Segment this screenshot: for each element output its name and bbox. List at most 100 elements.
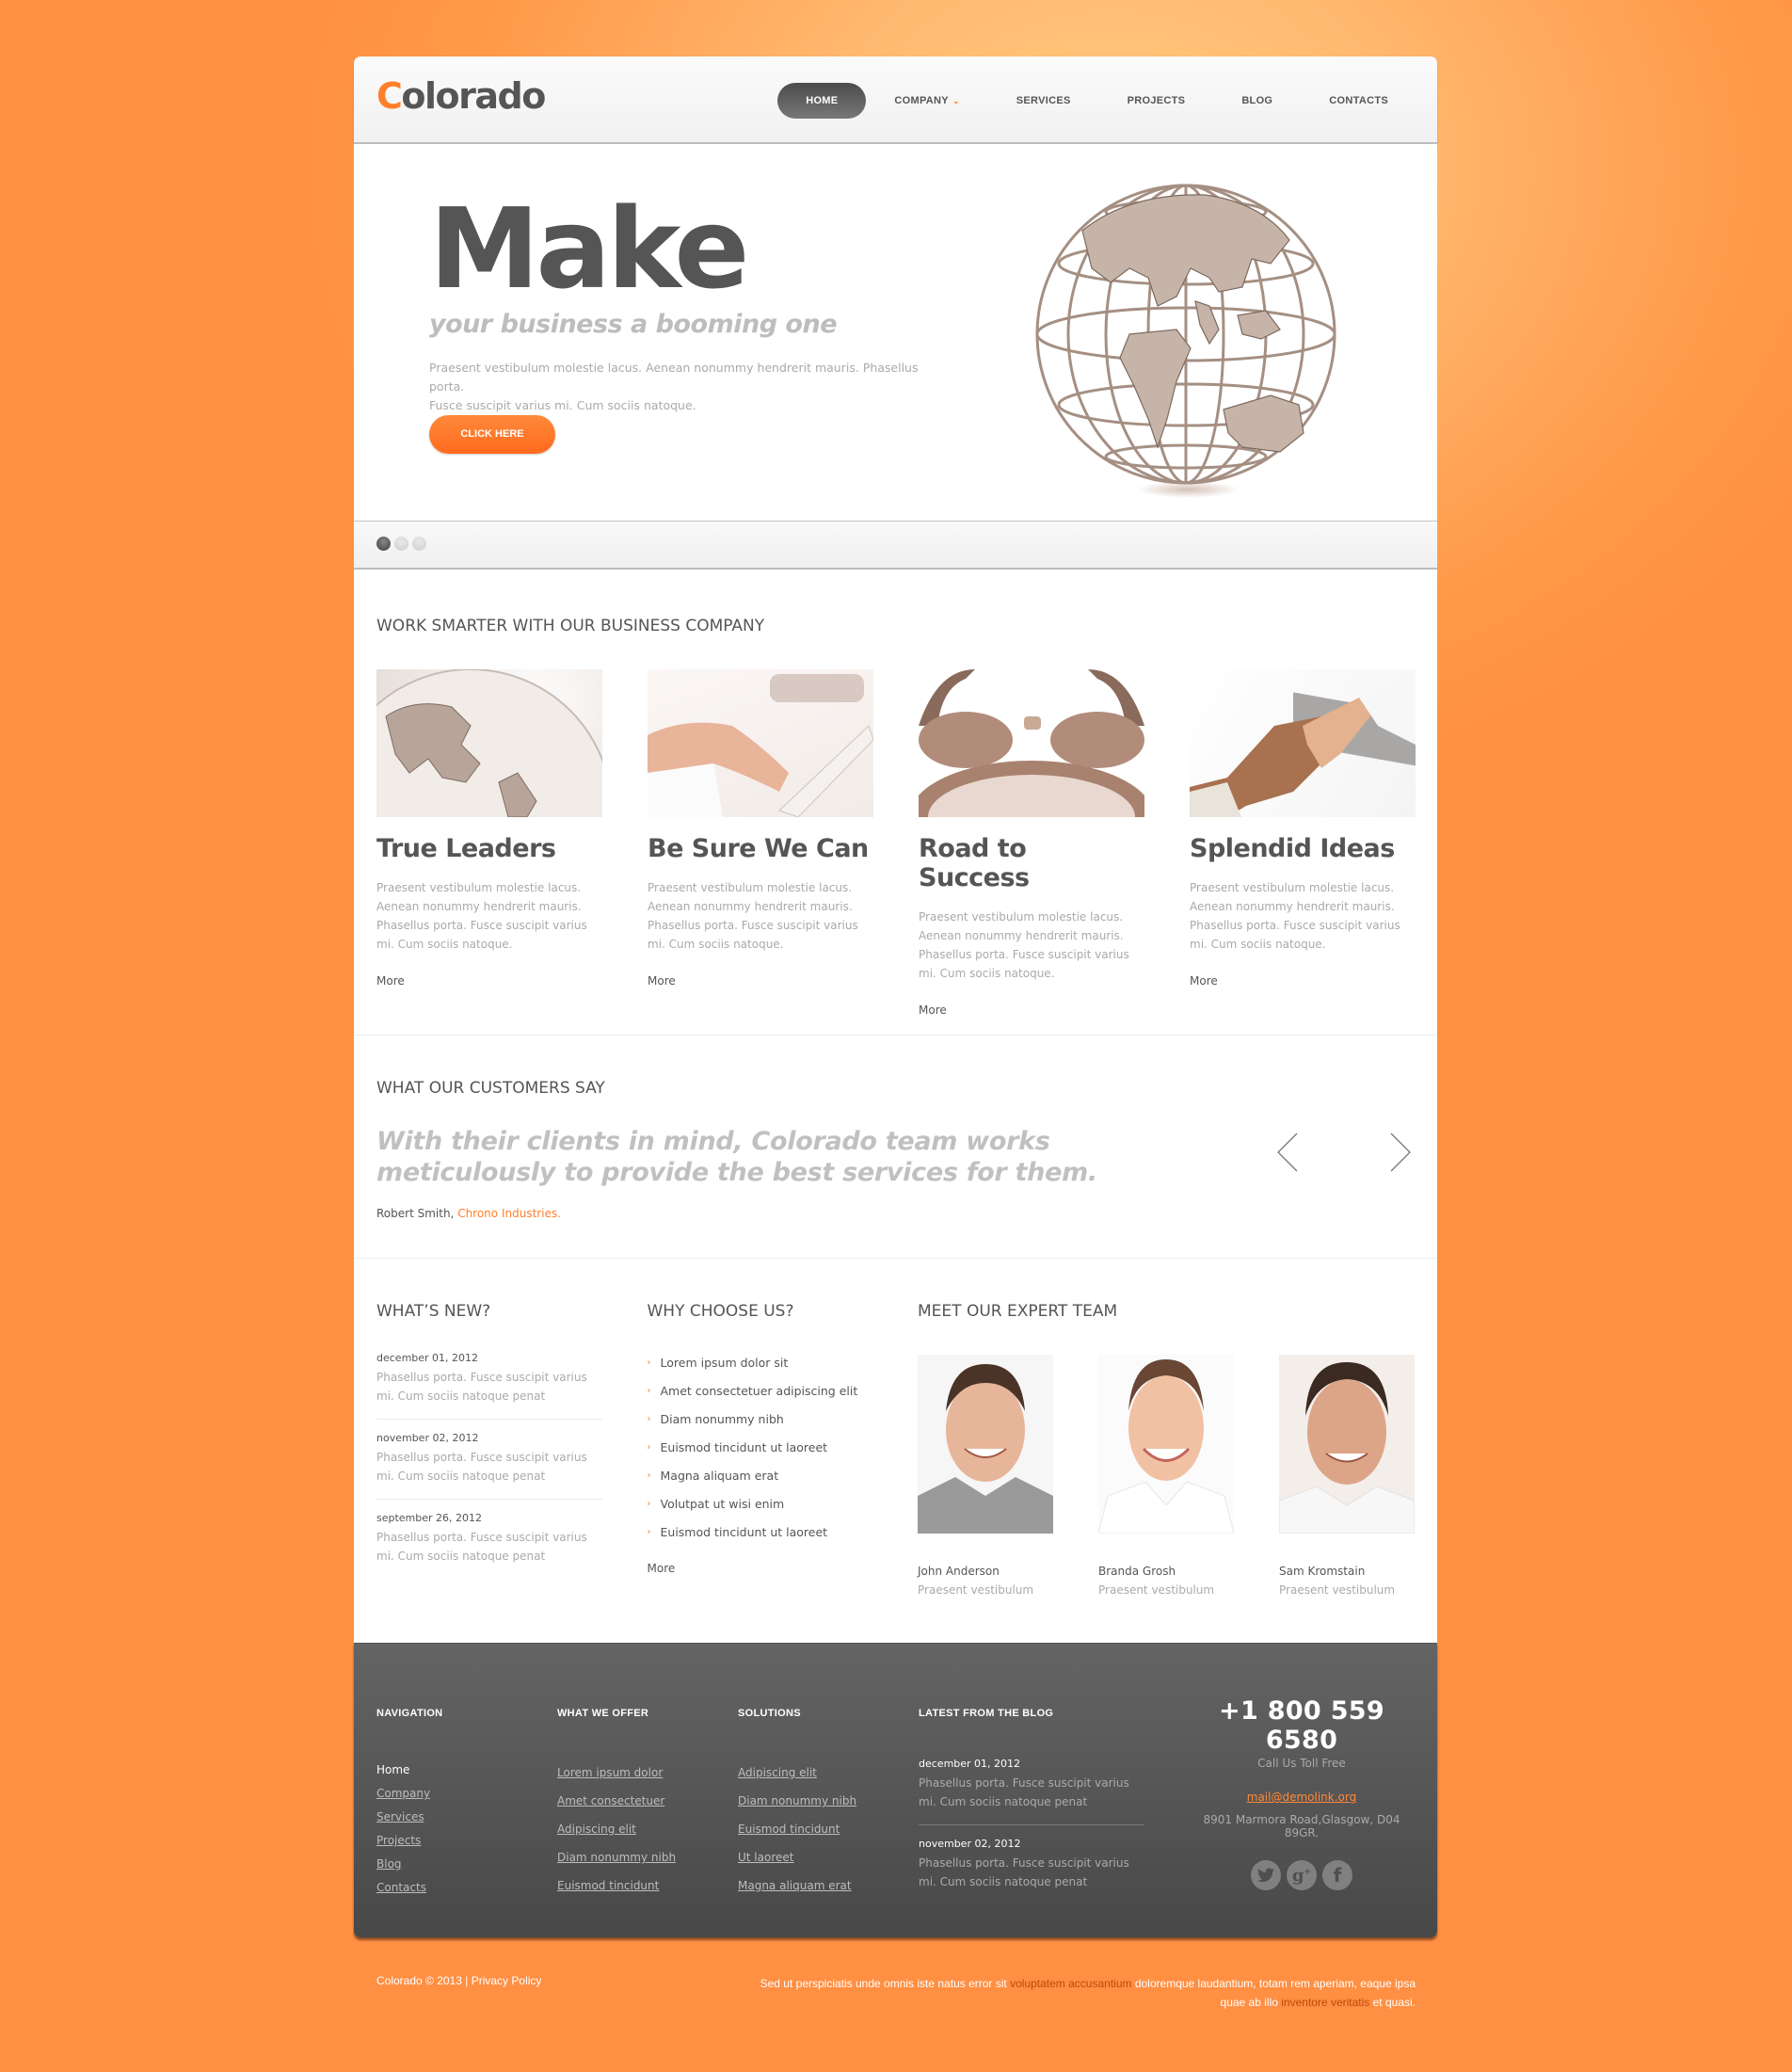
hero-title: Make	[429, 184, 749, 313]
click-here-button[interactable]: CLICK HERE	[429, 415, 555, 454]
team-member: Branda Grosh Praesent vestibulum	[1098, 1355, 1234, 1599]
chevron-right-icon[interactable]	[1389, 1132, 1412, 1173]
feature-card: True Leaders Praesent vestibulum molesti…	[376, 669, 602, 1018]
footer-blog-date: november 02, 2012	[919, 1838, 1021, 1850]
footer-link-blog[interactable]: Blog	[376, 1857, 402, 1871]
slide-dot-3[interactable]	[412, 537, 426, 551]
team-member: John Anderson Praesent vestibulum	[918, 1355, 1053, 1599]
feature-card-text: Praesent vestibulum molestie lacus. Aene…	[376, 881, 587, 951]
footer-offer-link[interactable]: Adipiscing elit	[557, 1823, 636, 1836]
chevron-right-icon: ›	[647, 1470, 651, 1481]
privacy-policy-link[interactable]: Privacy Policy	[472, 1974, 542, 1987]
footer-solutions-link[interactable]: Euismod tincidunt	[738, 1823, 840, 1836]
chevron-left-icon[interactable]	[1276, 1132, 1299, 1173]
team-title: MEET OUR EXPERT TEAM	[918, 1302, 1118, 1321]
news-item: september 26, 2012 Phasellus porta. Fusc…	[376, 1500, 602, 1579]
footer-blog-date: december 01, 2012	[919, 1758, 1021, 1770]
footer-offer-link[interactable]: Euismod tincidunt	[557, 1879, 659, 1892]
why-list-item[interactable]: › Lorem ipsum dolor sit	[648, 1349, 873, 1377]
why-choose-column: WHY CHOOSE US? › Lorem ipsum dolor sit › A…	[648, 1302, 873, 1599]
chevron-right-icon: ›	[647, 1386, 651, 1396]
footer-tagline: Sed ut perspiciatis unde omnis iste natu…	[760, 1977, 1416, 2009]
footer-solutions-link[interactable]: Magna aliquam erat	[738, 1879, 852, 1892]
avatar[interactable]	[1279, 1355, 1415, 1534]
site-header: Colorado HOME COMPANY ⌄ SERVICES PROJECTS…	[354, 56, 1437, 144]
more-link[interactable]: More	[376, 974, 405, 988]
footer-contact: +1 800 559 6580 Call Us Toll Free mail@d…	[1189, 1696, 1415, 1890]
more-link[interactable]: More	[919, 1004, 947, 1017]
why-list-item[interactable]: › Volutpat ut wisi enim	[648, 1490, 873, 1518]
testimonial-quote: With their clients in mind, Colorado tea…	[376, 1127, 1097, 1187]
feature-card: Road to Success Praesent vestibulum mole…	[919, 669, 1144, 1018]
features-title: WORK SMARTER WITH OUR BUSINESS COMPANY	[376, 617, 765, 635]
more-link[interactable]: More	[648, 974, 676, 988]
email-link[interactable]: mail@demolink.org	[1189, 1791, 1415, 1804]
footer-blog-title: LATEST FROM THE BLOG	[919, 1708, 1054, 1719]
footer-link-company[interactable]: Company	[376, 1787, 430, 1800]
wireframe-globe-image	[1035, 184, 1336, 498]
page-container: Colorado HOME COMPANY ⌄ SERVICES PROJECTS…	[354, 56, 1437, 1937]
more-link[interactable]: More	[1190, 974, 1218, 988]
footer-offer-link[interactable]: Amet consectetuer	[557, 1794, 664, 1807]
team-member-name: John Anderson	[918, 1565, 1000, 1578]
why-list-item[interactable]: › Euismod tincidunt ut laoreet	[648, 1434, 873, 1462]
footer-link-contacts[interactable]: Contacts	[376, 1881, 426, 1894]
address: 8901 Marmora Road,Glasgow, D04 89GR.	[1203, 1813, 1400, 1839]
google-plus-icon[interactable]: g+	[1287, 1860, 1317, 1890]
team-member-role: Praesent vestibulum	[918, 1583, 1034, 1597]
phone-label: Call Us Toll Free	[1257, 1757, 1346, 1770]
slide-dot-2[interactable]	[394, 537, 408, 551]
footer-blog-item: december 01, 2012 Phasellus porta. Fusce…	[919, 1755, 1144, 1825]
footer-solutions-link[interactable]: Ut laoreet	[738, 1851, 793, 1864]
chevron-right-icon: ›	[647, 1357, 651, 1368]
footer-solutions: SOLUTIONS Adipiscing elit Diam nonummy n…	[738, 1708, 856, 1900]
footer-solutions-link[interactable]: Adipiscing elit	[738, 1766, 817, 1779]
more-link[interactable]: More	[648, 1562, 676, 1575]
twitter-icon[interactable]	[1251, 1860, 1281, 1890]
testimonial-author: Robert Smith, Chrono Industries.	[376, 1207, 561, 1220]
why-list-item[interactable]: › Diam nonummy nibh	[648, 1405, 873, 1434]
testimonial-company-link[interactable]: Chrono Industries.	[457, 1207, 561, 1220]
logo[interactable]: Colorado	[376, 75, 546, 117]
info-section: WHAT’S NEW? december 01, 2012 Phasellus …	[354, 1259, 1437, 1643]
nav-home[interactable]: HOME	[777, 83, 867, 119]
globe-europe-image	[376, 669, 602, 817]
team-member: Sam Kromstain Praesent vestibulum	[1279, 1355, 1415, 1599]
avatar[interactable]	[1098, 1355, 1234, 1534]
nav-contacts[interactable]: CONTACTS	[1301, 83, 1416, 119]
footer-link-home[interactable]: Home	[376, 1763, 409, 1776]
testimonials-section: WHAT OUR CUSTOMERS SAY With their client…	[354, 1036, 1437, 1259]
typing-keyboard-image	[648, 669, 873, 817]
footer-offer-link[interactable]: Lorem ipsum dolor	[557, 1766, 663, 1779]
why-list-item[interactable]: › Amet consectetuer adipiscing elit	[648, 1377, 873, 1405]
chevron-right-icon: ›	[647, 1499, 651, 1509]
feature-card-title: Be Sure We Can	[648, 834, 869, 863]
hero-text: Praesent vestibulum molestie lacus. Aene…	[429, 361, 919, 412]
nav-services[interactable]: SERVICES	[988, 83, 1099, 119]
phone-number: +1 800 559 6580	[1219, 1696, 1384, 1755]
footer-solutions-link[interactable]: Diam nonummy nibh	[738, 1794, 856, 1807]
why-list-item[interactable]: › Euismod tincidunt ut laoreet	[648, 1518, 873, 1547]
footer-navigation: NAVIGATION Home Company Services Project…	[376, 1708, 442, 1900]
why-list-item[interactable]: › Magna aliquam erat	[648, 1462, 873, 1490]
footer-offer: WHAT WE OFFER Lorem ipsum dolor Amet con…	[557, 1708, 676, 1900]
feature-card-text: Praesent vestibulum molestie lacus. Aene…	[648, 881, 858, 951]
facebook-icon[interactable]: f	[1322, 1860, 1352, 1890]
team-member-role: Praesent vestibulum	[1279, 1583, 1396, 1597]
chevron-right-icon: ›	[647, 1414, 651, 1424]
chevron-down-icon: ⌄	[952, 96, 960, 105]
team-member-name: Sam Kromstain	[1279, 1565, 1366, 1578]
avatar[interactable]	[918, 1355, 1053, 1534]
footer-link-services[interactable]: Services	[376, 1810, 424, 1823]
nav-company[interactable]: COMPANY ⌄	[866, 83, 987, 119]
footer-link-projects[interactable]: Projects	[376, 1834, 421, 1847]
slide-dot-1[interactable]	[376, 537, 391, 551]
nav-projects[interactable]: PROJECTS	[1099, 83, 1214, 119]
copyright: Colorado © 2013 | Privacy Policy	[376, 1974, 542, 1987]
footer-solutions-title: SOLUTIONS	[738, 1708, 801, 1719]
alarm-clock-image	[919, 669, 1144, 817]
news-item: november 02, 2012 Phasellus porta. Fusce…	[376, 1420, 602, 1500]
news-date: november 02, 2012	[376, 1432, 479, 1444]
nav-blog[interactable]: BLOG	[1213, 83, 1301, 119]
footer-offer-link[interactable]: Diam nonummy nibh	[557, 1851, 676, 1864]
